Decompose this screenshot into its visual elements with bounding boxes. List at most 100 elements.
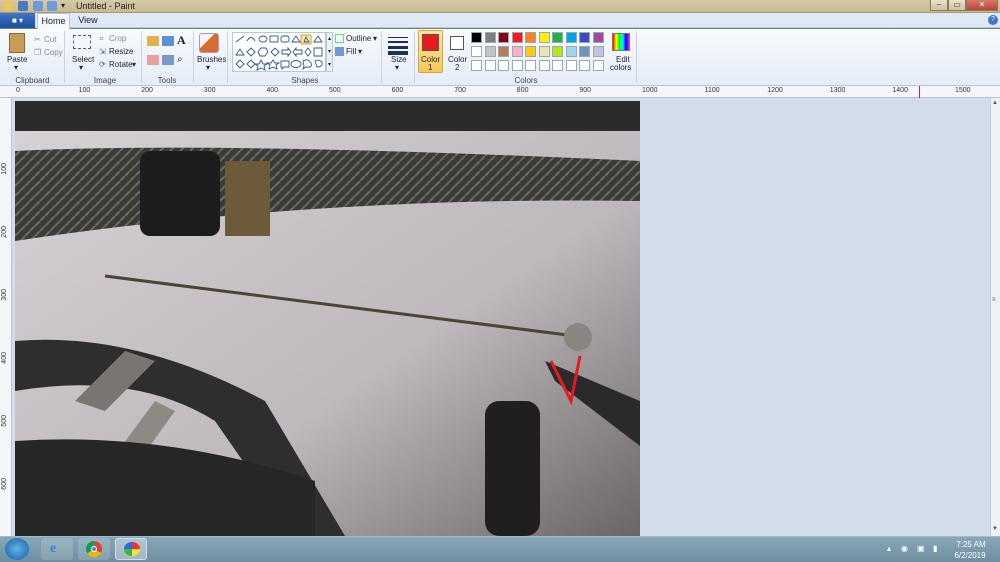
palette-swatch-empty[interactable] <box>511 60 523 71</box>
rotate-icon[interactable]: ⟳ <box>99 60 106 69</box>
palette-swatch-empty[interactable] <box>552 60 563 71</box>
close-button[interactable]: ✕ <box>966 0 998 11</box>
outline-dropdown-icon[interactable]: ▾ <box>373 34 377 43</box>
palette-swatch[interactable] <box>498 46 509 57</box>
vertical-scrollbar[interactable]: ▲ ≡ ▼ <box>990 98 1000 536</box>
ruler-tick-label: 100 <box>78 87 91 94</box>
ruler-tick-label: 1100 <box>704 87 720 94</box>
tray-device-icon[interactable]: ▣ <box>917 544 925 553</box>
size-dropdown-icon[interactable]: ▾ <box>395 63 399 72</box>
network-icon[interactable]: ▮ <box>933 544 937 553</box>
palette-swatch[interactable] <box>592 32 604 43</box>
paint-icon[interactable] <box>115 538 147 560</box>
show-hidden-icons[interactable]: ▴ <box>887 544 891 553</box>
ruler-tick-label: 1300 <box>829 87 846 94</box>
palette-swatch[interactable] <box>592 46 604 57</box>
select-dropdown-icon[interactable]: ▾ <box>79 63 83 72</box>
crop-button[interactable]: Crop <box>109 34 126 43</box>
palette-swatch[interactable] <box>471 46 482 57</box>
brushes-button[interactable]: Brushes <box>197 55 226 64</box>
magnifier-icon[interactable]: ⌕ <box>177 54 183 65</box>
palette-swatch-empty[interactable] <box>592 60 604 71</box>
palette-swatch[interactable] <box>498 32 509 43</box>
palette-swatch[interactable] <box>484 46 496 57</box>
shapes-gallery[interactable] <box>232 32 326 72</box>
size-icon[interactable] <box>388 35 408 55</box>
palette-swatch[interactable] <box>484 32 496 43</box>
select-button[interactable]: Select <box>72 55 94 64</box>
text-tool-icon[interactable]: A <box>177 33 186 48</box>
quick-access-dropdown-icon[interactable]: ▾ <box>61 1 65 10</box>
brushes-icon[interactable] <box>199 33 219 53</box>
tab-view[interactable]: View <box>72 13 104 29</box>
redo-icon[interactable] <box>47 1 57 11</box>
tab-home[interactable]: Home <box>37 13 70 29</box>
palette-swatch[interactable] <box>511 46 523 57</box>
palette-swatch-empty[interactable] <box>471 60 482 71</box>
minimize-button[interactable]: – <box>930 0 948 11</box>
palette-swatch[interactable] <box>471 32 482 43</box>
ruler-tick-label: 300 <box>203 87 216 94</box>
ruler-tick-label: 0 <box>16 87 20 94</box>
palette-swatch-empty[interactable] <box>484 60 496 71</box>
palette-swatch[interactable] <box>579 46 590 57</box>
cut-icon[interactable]: ✂ <box>34 35 41 44</box>
rotate-dropdown-icon[interactable]: ▾ <box>132 60 136 69</box>
paste-dropdown-icon[interactable]: ▾ <box>14 63 18 72</box>
fill-bucket-icon[interactable] <box>162 36 174 46</box>
select-icon[interactable] <box>73 35 91 49</box>
outline-button[interactable]: Outline <box>346 34 371 43</box>
edit-colors-label-2[interactable]: colors <box>610 63 631 72</box>
start-orb[interactable] <box>5 538 29 560</box>
drawing-canvas-photo[interactable] <box>15 101 640 536</box>
clock-time[interactable]: 7:25 AM <box>956 540 986 549</box>
scroll-down-arrow-icon[interactable]: ▼ <box>992 526 998 532</box>
palette-swatch-empty[interactable] <box>525 60 536 71</box>
undo-icon[interactable] <box>33 1 43 11</box>
palette-swatch[interactable] <box>525 32 536 43</box>
palette-swatch[interactable] <box>579 32 590 43</box>
scroll-up-arrow-icon[interactable]: ▲ <box>992 100 998 106</box>
palette-swatch[interactable] <box>552 32 563 43</box>
maximize-button[interactable]: ▭ <box>948 0 966 11</box>
resize-icon[interactable]: ⇲ <box>99 47 106 56</box>
palette-swatch-empty[interactable] <box>565 60 577 71</box>
palette-swatch[interactable] <box>538 46 550 57</box>
palette-swatch[interactable] <box>565 32 577 43</box>
chrome-icon[interactable] <box>78 538 110 560</box>
paint-app-icon[interactable] <box>3 1 13 11</box>
palette-swatch[interactable] <box>538 32 550 43</box>
crop-icon[interactable]: ⌗ <box>99 34 104 44</box>
pencil-icon[interactable] <box>147 36 159 46</box>
internet-explorer-icon[interactable]: e <box>41 538 73 560</box>
paste-icon[interactable] <box>9 33 25 53</box>
save-icon[interactable] <box>18 1 28 11</box>
tray-app-icon[interactable]: ◉ <box>901 544 908 553</box>
rotate-button[interactable]: Rotate <box>109 60 133 69</box>
brushes-dropdown-icon[interactable]: ▾ <box>206 63 210 72</box>
cut-button[interactable]: Cut <box>44 35 56 44</box>
paint-menu-button[interactable]: ■ ▾ <box>0 13 35 28</box>
help-icon[interactable]: ? <box>988 15 998 25</box>
eraser-icon[interactable] <box>147 55 159 65</box>
color2-swatch[interactable] <box>450 36 464 50</box>
palette-swatch[interactable] <box>552 46 563 57</box>
palette-swatch-empty[interactable] <box>538 60 550 71</box>
copy-button[interactable]: Copy <box>44 48 63 57</box>
shapes-scroll[interactable]: ▴ ▾ ▾ <box>326 32 333 72</box>
palette-swatch-empty[interactable] <box>498 60 509 71</box>
clock-date[interactable]: 6/2/2019 <box>952 551 988 560</box>
scroll-thumb-grip[interactable]: ≡ <box>992 297 998 303</box>
resize-button[interactable]: Resize <box>109 47 133 56</box>
outline-icon[interactable] <box>335 34 344 43</box>
edit-colors-icon[interactable] <box>612 33 630 51</box>
color-picker-icon[interactable] <box>162 55 174 65</box>
fill-button[interactable]: Fill <box>346 47 356 56</box>
fill-dropdown-icon[interactable]: ▾ <box>358 47 362 56</box>
palette-swatch[interactable] <box>525 46 536 57</box>
palette-swatch[interactable] <box>565 46 577 57</box>
palette-swatch[interactable] <box>511 32 523 43</box>
copy-icon[interactable]: ❐ <box>34 48 41 57</box>
fill-icon[interactable] <box>335 47 344 56</box>
palette-swatch-empty[interactable] <box>579 60 590 71</box>
